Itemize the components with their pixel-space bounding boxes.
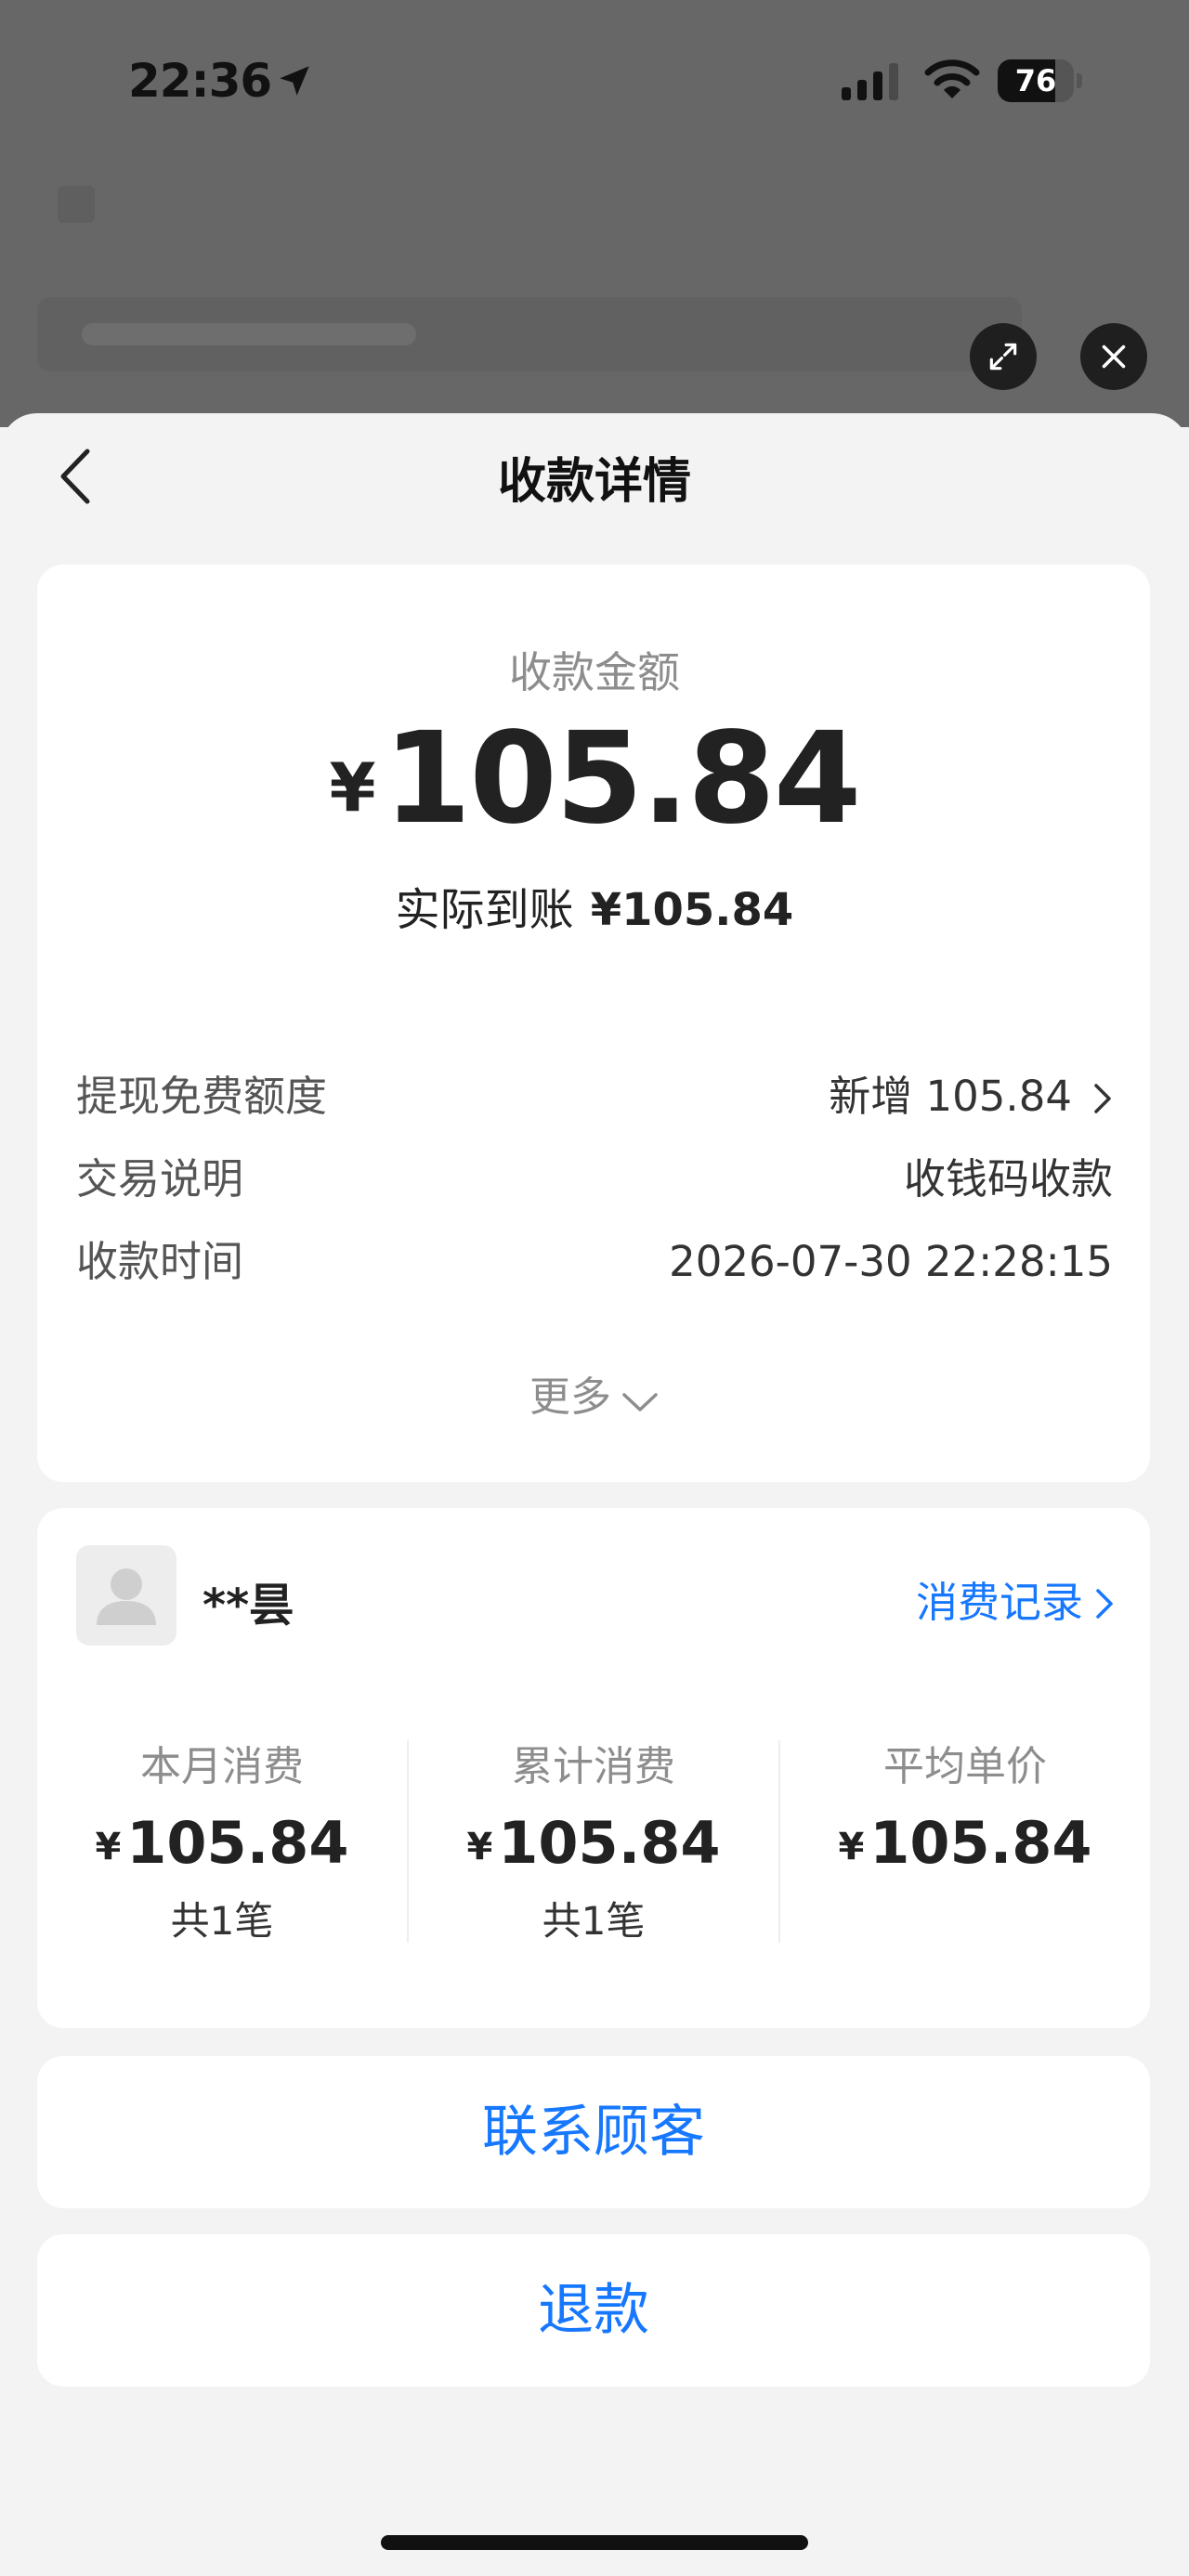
detail-row-payment-time: 收款时间 2026-07-30 22:28:15 — [76, 1234, 1113, 1290]
background-app-overlay: 22:36 76 — [0, 0, 1189, 427]
customer-name: **昙 — [203, 1580, 294, 1632]
amount-value: 105.84 — [383, 706, 862, 852]
records-link-label: 消费记录 — [915, 1578, 1083, 1627]
more-toggle[interactable]: 更多 — [0, 1363, 1189, 1423]
contact-customer-button[interactable]: 联系顾客 — [37, 2056, 1150, 2208]
chevron-right-icon — [1094, 1084, 1111, 1113]
expand-button[interactable] — [970, 323, 1037, 390]
consumption-records-link[interactable]: 消费记录 — [916, 1568, 1115, 1629]
stat-count: 共1笔 — [542, 1898, 646, 1944]
currency-symbol: ¥ — [838, 1826, 865, 1868]
stat-count: 共1笔 — [170, 1898, 274, 1944]
battery-icon: 76 — [998, 59, 1083, 102]
detail-value: 新增 105.84 — [829, 1072, 1072, 1121]
user-placeholder-icon — [97, 1568, 156, 1625]
stat-value: ¥105.84 — [37, 1809, 407, 1877]
stat-monthly-spend: 本月消费 ¥105.84 共1笔 — [37, 1733, 407, 1946]
close-icon — [1102, 345, 1126, 369]
refund-button[interactable]: 退款 — [37, 2234, 1150, 2387]
stat-amount: 105.84 — [498, 1809, 721, 1877]
stat-amount: 105.84 — [126, 1809, 349, 1877]
location-arrow-icon — [275, 61, 314, 104]
actual-received: 实际到账 ¥105.84 — [0, 873, 1189, 938]
detail-value: 2026-07-30 22:28:15 — [669, 1237, 1113, 1286]
close-button[interactable] — [1080, 323, 1147, 390]
page-title: 收款详情 — [497, 454, 691, 510]
actual-received-label: 实际到账 — [395, 884, 574, 936]
detail-label: 提现免费额度 — [76, 1072, 328, 1121]
detail-label: 交易说明 — [76, 1154, 244, 1203]
status-bar: 22:36 76 — [0, 0, 1189, 163]
status-time: 22:36 — [128, 54, 272, 108]
currency-symbol: ¥ — [329, 748, 376, 826]
background-nav-icon — [58, 186, 95, 223]
amount-label: 收款金额 — [509, 647, 680, 697]
expand-icon — [989, 343, 1017, 371]
stat-total-spend: 累计消费 ¥105.84 共1笔 — [409, 1733, 778, 1946]
cellular-signal-icon — [842, 61, 903, 104]
detail-value: 收钱码收款 — [903, 1154, 1113, 1203]
actual-received-value: ¥105.84 — [590, 884, 794, 936]
detail-label: 收款时间 — [76, 1237, 244, 1286]
currency-symbol: ¥ — [466, 1826, 493, 1868]
currency-symbol: ¥ — [95, 1826, 122, 1868]
battery-level: 76 — [1014, 63, 1057, 98]
background-search-field — [37, 297, 1022, 371]
stat-label: 平均单价 — [883, 1743, 1047, 1790]
avatar — [76, 1545, 176, 1646]
detail-row-free-withdrawal-quota[interactable]: 提现免费额度 新增 105.84 — [76, 1069, 1113, 1125]
payment-amount: ¥105.84 — [0, 706, 1189, 852]
stat-value: ¥105.84 — [780, 1809, 1150, 1877]
payment-summary-card — [37, 565, 1150, 1482]
stat-value: ¥105.84 — [409, 1809, 778, 1877]
stat-average-price: 平均单价 ¥105.84 — [780, 1733, 1150, 1877]
stat-label: 本月消费 — [140, 1743, 304, 1790]
chevron-down-icon — [622, 1393, 658, 1412]
stat-label: 累计消费 — [512, 1743, 675, 1790]
detail-row-transaction-note: 交易说明 收钱码收款 — [76, 1151, 1113, 1207]
wifi-icon — [924, 58, 980, 104]
more-label: 更多 — [529, 1373, 611, 1421]
stat-amount: 105.84 — [869, 1809, 1092, 1877]
home-indicator[interactable] — [381, 2535, 808, 2550]
chevron-right-icon — [1096, 1589, 1113, 1619]
